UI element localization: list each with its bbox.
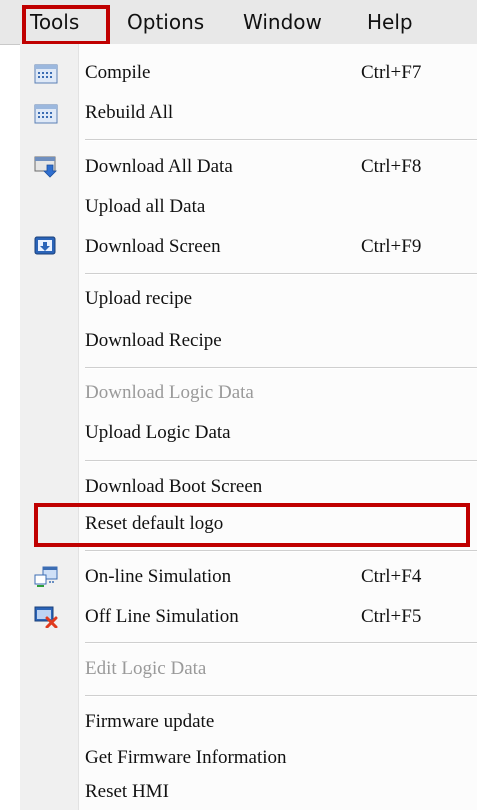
firmware-update-label: Firmware update: [85, 711, 215, 732]
menu-item-upload-all-data[interactable]: Upload all Data: [20, 190, 477, 224]
menu-item-upload-recipe[interactable]: Upload recipe: [20, 282, 477, 316]
reset-hmi-label: Reset HMI: [85, 781, 169, 802]
menu-separator: [85, 550, 477, 552]
menu-separator: [85, 695, 477, 697]
compile-label: Compile: [85, 62, 151, 83]
menu-item-edit-logic-data: Edit Logic Data: [20, 652, 477, 686]
menu-bar: Tools Options Window Help: [0, 0, 477, 45]
tools-annotation-box: [22, 5, 110, 45]
download-screen-label: Download Screen: [85, 236, 221, 257]
menu-item-offline-simulation[interactable]: Off Line Simulation Ctrl+F5: [20, 600, 477, 634]
menu-item-get-firmware-information[interactable]: Get Firmware Information: [20, 741, 477, 775]
menu-separator: [85, 139, 477, 141]
edit-logic-data-label: Edit Logic Data: [85, 658, 207, 679]
online-simulation-icon: [34, 566, 58, 587]
menu-separator: [85, 642, 477, 644]
menu-separator: [85, 367, 477, 369]
download-all-data-label: Download All Data: [85, 156, 233, 177]
get-firmware-information-label: Get Firmware Information: [85, 747, 287, 768]
menu-separator: [85, 273, 477, 275]
reset-default-logo-annotation-box: [34, 503, 470, 547]
download-screen-icon: [34, 236, 56, 255]
compile-icon: [34, 64, 58, 84]
menu-separator: [85, 460, 477, 462]
menu-options[interactable]: Options: [127, 10, 204, 34]
menu-window[interactable]: Window: [243, 10, 322, 34]
upload-recipe-label: Upload recipe: [85, 288, 193, 309]
menu-item-upload-logic-data[interactable]: Upload Logic Data: [20, 416, 477, 450]
menu-item-firmware-update[interactable]: Firmware update: [20, 705, 477, 739]
upload-logic-data-label: Upload Logic Data: [85, 422, 231, 443]
download-all-data-icon: [34, 156, 57, 178]
download-screen-shortcut: Ctrl+F9: [361, 236, 422, 257]
menu-item-download-logic-data: Download Logic Data: [20, 376, 477, 410]
tools-dropdown: Compile Ctrl+F7 Rebuild All Download All…: [20, 44, 477, 810]
menu-item-compile[interactable]: Compile Ctrl+F7: [20, 56, 477, 90]
menu-item-online-simulation[interactable]: On-line Simulation Ctrl+F4: [20, 560, 477, 594]
upload-all-data-label: Upload all Data: [85, 196, 206, 217]
rebuild-all-label: Rebuild All: [85, 102, 174, 123]
download-recipe-label: Download Recipe: [85, 330, 222, 351]
menu-item-reset-hmi[interactable]: Reset HMI: [20, 775, 477, 809]
menu-item-download-boot-screen[interactable]: Download Boot Screen: [20, 470, 477, 504]
menu-item-rebuild-all[interactable]: Rebuild All: [20, 96, 477, 130]
download-logic-data-label: Download Logic Data: [85, 382, 254, 403]
offline-simulation-icon: [34, 606, 58, 628]
download-all-data-shortcut: Ctrl+F8: [361, 156, 422, 177]
offline-simulation-shortcut: Ctrl+F5: [361, 606, 422, 627]
menu-item-download-screen[interactable]: Download Screen Ctrl+F9: [20, 230, 477, 264]
menu-item-download-all-data[interactable]: Download All Data Ctrl+F8: [20, 150, 477, 184]
download-boot-screen-label: Download Boot Screen: [85, 476, 263, 497]
menu-item-download-recipe[interactable]: Download Recipe: [20, 324, 477, 358]
online-simulation-label: On-line Simulation: [85, 566, 232, 587]
rebuild-all-icon: [34, 104, 58, 124]
online-simulation-shortcut: Ctrl+F4: [361, 566, 422, 587]
menu-help[interactable]: Help: [367, 10, 413, 34]
compile-shortcut: Ctrl+F7: [361, 62, 422, 83]
offline-simulation-label: Off Line Simulation: [85, 606, 239, 627]
